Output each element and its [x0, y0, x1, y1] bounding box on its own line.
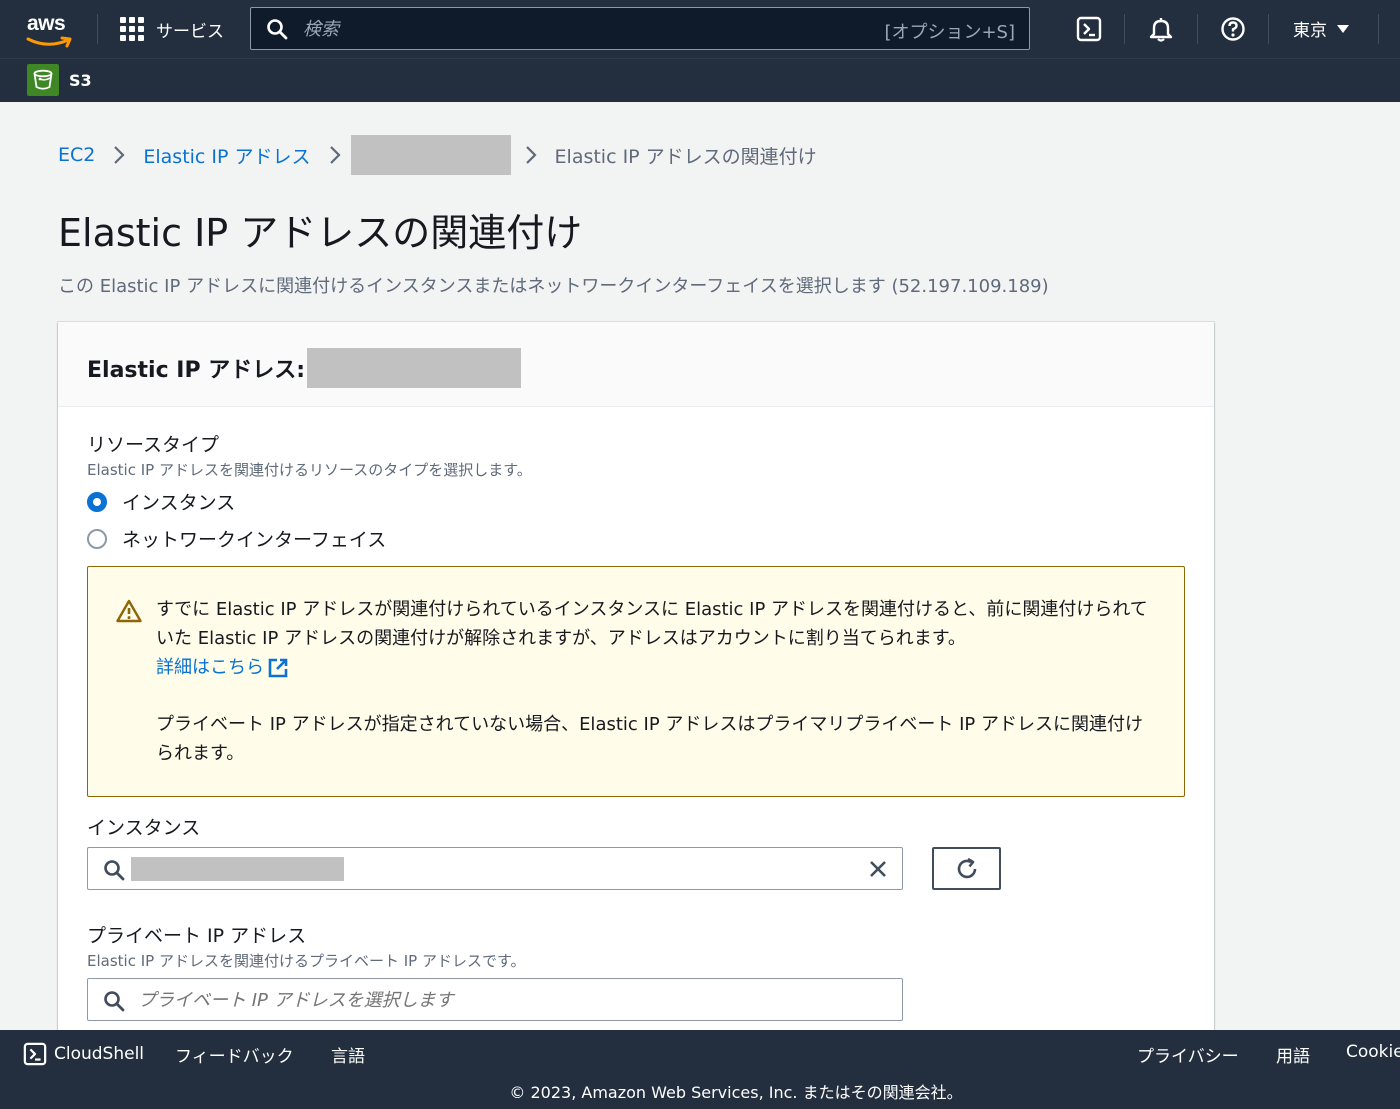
alert-text-1: すでに Elastic IP アドレスが関連付けられているインスタンスに Ela…: [156, 599, 1148, 649]
aws-logo[interactable]: aws: [24, 10, 76, 48]
footer-cookie-link[interactable]: Cookie: [1346, 1042, 1400, 1062]
console-footer: CloudShell フィードバック 言語 プライバシー 用語 Cookie ©…: [0, 1030, 1400, 1109]
footer-copyright: © 2023, Amazon Web Services, Inc. またはその関…: [509, 1083, 963, 1102]
region-label: 東京: [1293, 21, 1327, 41]
bell-icon: [1149, 18, 1173, 42]
resource-type-hint: Elastic IP アドレスを関連付けるリソースのタイプを選択します。: [87, 461, 532, 479]
service-favorites-bar: S3: [0, 58, 1400, 102]
search-icon: [104, 991, 125, 1012]
services-label: サービス: [156, 21, 224, 42]
s3-service-shortcut[interactable]: S3: [27, 64, 92, 96]
breadcrumb-redacted-item[interactable]: [350, 135, 511, 175]
instance-label: インスタンス: [87, 817, 201, 839]
page-description: この Elastic IP アドレスに関連付けるインスタンスまたはネットワークイ…: [58, 276, 1049, 297]
nav-divider: [1197, 14, 1198, 44]
chevron-right-icon: [329, 146, 341, 164]
chevron-right-icon: [114, 146, 125, 164]
search-icon: [104, 860, 125, 881]
nav-divider: [1378, 14, 1379, 44]
help-icon: [1221, 17, 1245, 41]
redacted-ip: [307, 348, 522, 388]
refresh-button[interactable]: [932, 847, 1001, 890]
terminal-icon: [1076, 16, 1102, 42]
nav-divider: [97, 14, 98, 44]
redacted-instance-value: [131, 857, 344, 881]
grid-icon: [120, 17, 144, 41]
nav-divider: [1268, 14, 1269, 44]
footer-privacy-link[interactable]: プライバシー: [1137, 1042, 1239, 1067]
clear-icon[interactable]: [868, 859, 888, 879]
aws-smile-icon: [26, 36, 72, 48]
private-ip-input[interactable]: [138, 987, 878, 1013]
private-ip-label: プライベート IP アドレス: [87, 925, 307, 947]
search-icon: [267, 19, 288, 40]
instance-search-input[interactable]: [87, 847, 903, 890]
global-search[interactable]: [オプション+S]: [250, 7, 1030, 50]
warning-icon: [116, 599, 142, 623]
radio-instance[interactable]: インスタンス: [87, 488, 235, 515]
footer-language-link[interactable]: 言語: [331, 1042, 365, 1067]
page-title: Elastic IP アドレスの関連付け: [58, 211, 583, 255]
card-header: Elastic IP アドレス:: [58, 322, 1214, 407]
radio-network-interface-label: ネットワークインターフェイス: [122, 529, 387, 551]
top-navigation: aws サービス [オプション+S]: [0, 0, 1400, 58]
external-link-icon: [268, 658, 288, 677]
radio-button-checked[interactable]: [87, 491, 107, 512]
breadcrumb: EC2 Elastic IP アドレス Elastic IP アドレスの関連付け: [58, 135, 817, 175]
resource-type-label: リソースタイプ: [87, 434, 220, 456]
notifications-button[interactable]: [1146, 14, 1176, 44]
cloudshell-nav-button[interactable]: [1074, 14, 1104, 44]
s3-label: S3: [69, 70, 92, 90]
search-input[interactable]: [303, 16, 863, 42]
refresh-icon: [957, 857, 976, 878]
private-ip-select[interactable]: [87, 978, 903, 1021]
card-title-text: Elastic IP アドレス:: [87, 358, 306, 383]
services-menu-button[interactable]: サービス: [120, 14, 224, 44]
private-ip-hint: Elastic IP アドレスを関連付けるプライベート IP アドレスです。: [87, 952, 526, 970]
radio-instance-label: インスタンス: [122, 492, 236, 514]
footer-cloudshell-button[interactable]: CloudShell: [23, 1042, 144, 1066]
chevron-right-icon: [525, 146, 537, 164]
radio-button[interactable]: [87, 528, 107, 549]
radio-network-interface[interactable]: ネットワークインターフェイス: [87, 525, 386, 552]
learn-more-link[interactable]: 詳細はこちら: [156, 653, 289, 682]
search-shortcut-hint: [オプション+S]: [884, 22, 1015, 43]
breadcrumb-ec2-link[interactable]: EC2: [58, 144, 95, 166]
help-button[interactable]: [1218, 14, 1248, 44]
aws-logo-text: aws: [27, 12, 66, 35]
s3-bucket-icon: [27, 64, 59, 96]
footer-terms-link[interactable]: 用語: [1276, 1042, 1310, 1067]
terminal-icon: [23, 1042, 47, 1066]
card-title: Elastic IP アドレス:: [87, 348, 522, 388]
footer-feedback-link[interactable]: フィードバック: [175, 1042, 294, 1067]
learn-more-text: 詳細はこちら: [156, 657, 264, 678]
alert-paragraph-2: プライベート IP アドレスが指定されていない場合、Elastic IP アドレ…: [156, 714, 1144, 764]
region-selector[interactable]: 東京: [1293, 16, 1349, 41]
breadcrumb-current: Elastic IP アドレスの関連付け: [554, 145, 817, 168]
alert-paragraph-1: すでに Elastic IP アドレスが関連付けられているインスタンスに Ela…: [156, 595, 1156, 682]
caret-down-icon: [1337, 24, 1349, 33]
warning-alert: すでに Elastic IP アドレスが関連付けられているインスタンスに Ela…: [87, 566, 1185, 797]
breadcrumb-eip-link[interactable]: Elastic IP アドレス: [143, 142, 310, 169]
nav-divider: [1124, 14, 1125, 44]
footer-cloudshell-label: CloudShell: [54, 1044, 145, 1064]
